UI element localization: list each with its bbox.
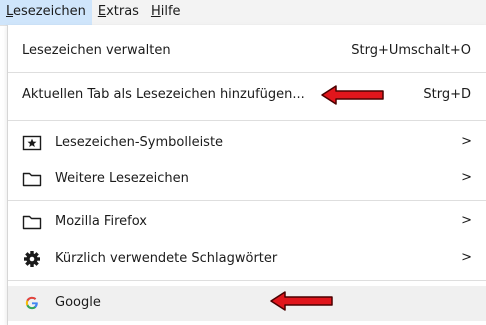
gear-icon (22, 250, 42, 270)
menu-item-google[interactable]: Google (8, 286, 486, 321)
menubar-extras-label: xtras (106, 4, 139, 19)
annotation-arrow-icon (321, 85, 384, 105)
google-icon (22, 294, 42, 314)
menu-item-label: Google (55, 295, 101, 310)
menu-separator (8, 280, 486, 281)
folder-icon (22, 213, 42, 233)
bookmarks-menu: Lesezeichen verwalten Strg+Umschalt+O Ak… (7, 25, 486, 325)
menu-item-label: Lesezeichen-Symbolleiste (55, 135, 224, 150)
chevron-right-icon: > (461, 170, 472, 185)
chevron-right-icon: > (461, 134, 472, 149)
menubar-hilfe[interactable]: Hilfe (145, 0, 187, 25)
menu-bar: Lesezeichen Extras Hilfe (0, 0, 486, 26)
menu-separator (8, 200, 486, 201)
chevron-right-icon: > (461, 213, 472, 228)
menubar-lesezeichen-label: esezeichen (13, 4, 86, 19)
menu-item-label: Lesezeichen verwalten (22, 43, 171, 58)
menubar-hilfe-label: ilfe (160, 4, 181, 19)
menu-item-label: Aktuellen Tab als Lesezeichen hinzufügen… (22, 87, 305, 102)
menu-separator (8, 72, 486, 73)
menu-item-label: Weitere Lesezeichen (55, 171, 189, 186)
menu-separator (8, 120, 486, 121)
chevron-right-icon: > (461, 250, 472, 265)
menu-item-label: Mozilla Firefox (55, 214, 147, 229)
menu-item-shortcut: Strg+D (423, 87, 471, 102)
menu-item-shortcut: Strg+Umschalt+O (351, 43, 471, 58)
menubar-extras[interactable]: Extras (92, 0, 145, 25)
star-box-icon (22, 134, 42, 154)
menubar-hilfe-accel: H (150, 4, 161, 19)
menubar-lesezeichen[interactable]: Lesezeichen (0, 0, 92, 25)
folder-icon (22, 170, 42, 190)
menu-item-label: Kürzlich verwendete Schlagwörter (55, 251, 278, 266)
menubar-extras-accel: E (97, 4, 107, 19)
menubar-lesezeichen-accel: L (6, 4, 14, 19)
annotation-arrow-icon (270, 291, 333, 311)
